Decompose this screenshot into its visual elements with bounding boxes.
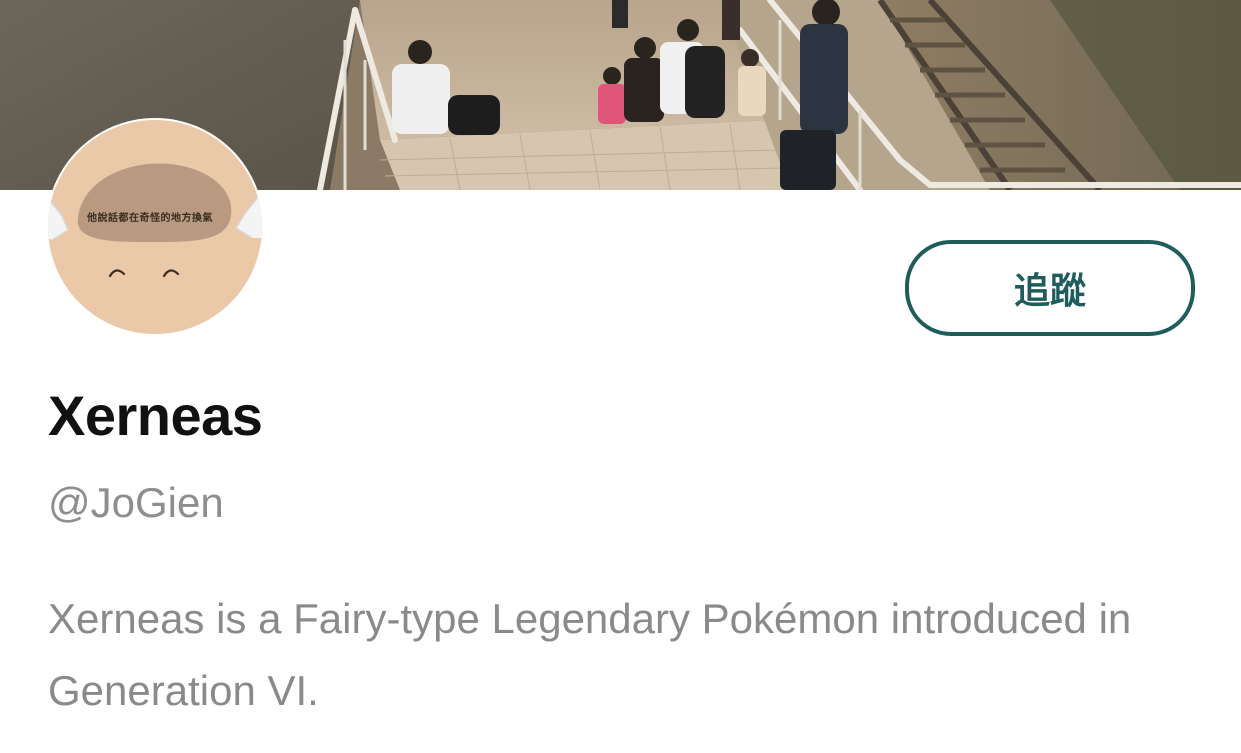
profile-bio: Xerneas is a Fairy-type Legendary Pokémo… — [48, 595, 1132, 714]
user-handle: @JoGien — [48, 479, 224, 526]
profile-avatar[interactable]: 他說話都在奇怪的地方換氣 — [46, 118, 264, 336]
display-name: Xerneas — [48, 384, 263, 447]
avatar-image: 他說話都在奇怪的地方換氣 — [48, 120, 262, 334]
cartoon-face-avatar-icon — [48, 163, 262, 278]
avatar-caption-text: 他說話都在奇怪的地方換氣 — [87, 213, 213, 224]
follow-button[interactable]: 追蹤 — [905, 240, 1195, 336]
